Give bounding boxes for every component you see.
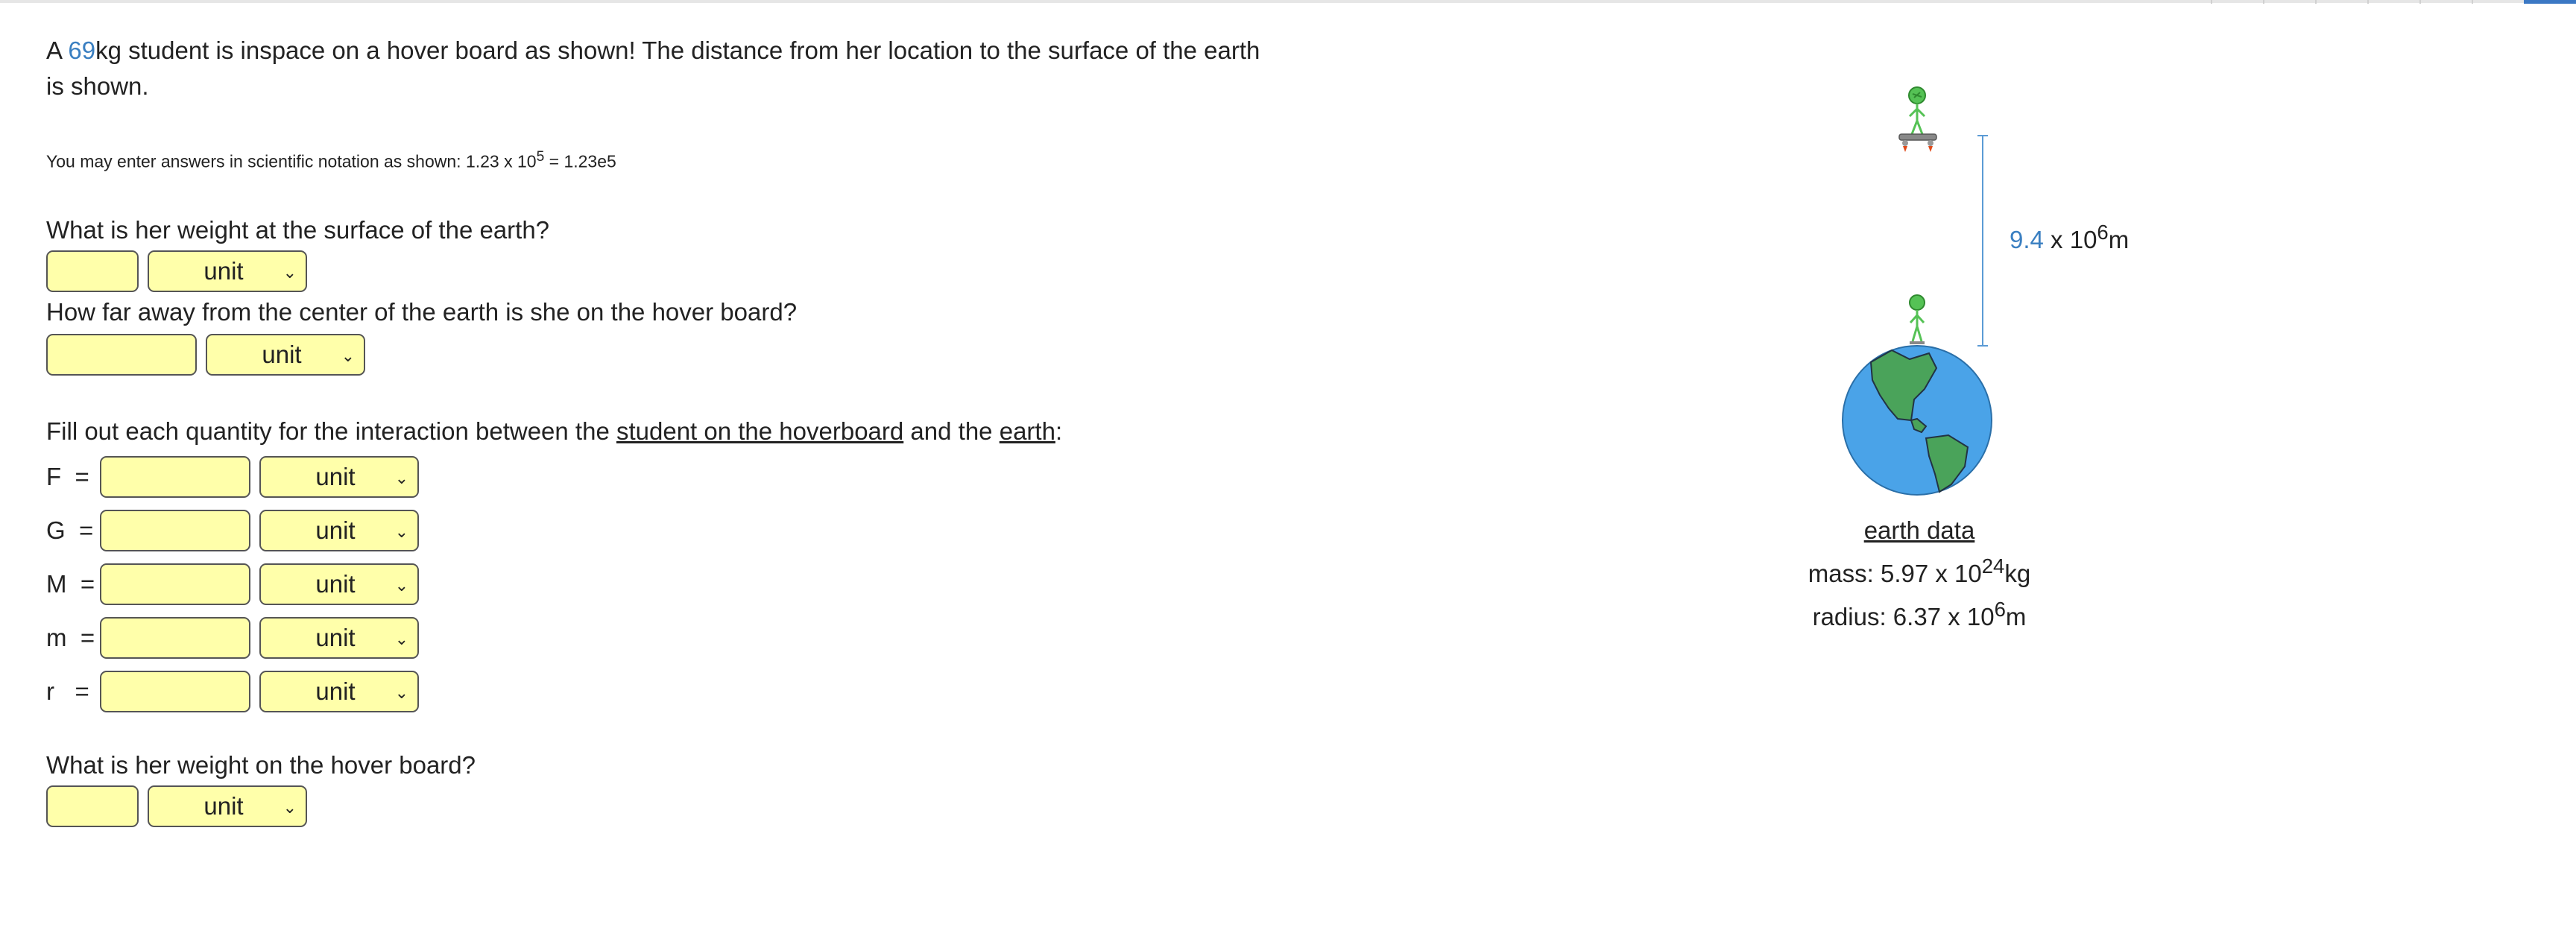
question-weight-hoverboard: What is her weight on the hover board?	[46, 751, 476, 779]
chevron-down-icon: ⌄	[394, 630, 408, 648]
question-interaction-quantities: Fill out each quantity for the interacti…	[46, 417, 1063, 445]
answer-row-distance-center: unit ⌄	[46, 334, 365, 376]
earth-data-panel: earth data mass: 5.97 x 1024kg radius: 6…	[1789, 513, 2050, 635]
student-on-hoverboard-figure	[1908, 86, 1926, 135]
quantity-row-G: G = unit ⌄	[46, 510, 419, 551]
top-progress-indicator	[2524, 0, 2576, 4]
quantity-row-r: r = unit ⌄	[46, 671, 419, 712]
quantity-F-input[interactable]	[100, 456, 250, 498]
chevron-down-icon: ⌄	[282, 798, 297, 817]
quantity-row-F: F = unit ⌄	[46, 456, 419, 498]
chevron-down-icon: ⌄	[282, 263, 297, 282]
distance-center-unit-select[interactable]: unit ⌄	[206, 334, 365, 376]
weight-surface-input[interactable]	[46, 250, 139, 292]
chevron-down-icon: ⌄	[394, 683, 408, 702]
quantity-r-unit-select[interactable]: unit ⌄	[259, 671, 419, 712]
earth-data-title: earth data	[1863, 516, 1975, 544]
student-hoverboard-link: student on the hoverboard	[616, 417, 904, 445]
quantity-F-unit-select[interactable]: unit ⌄	[259, 456, 419, 498]
quantity-M-unit-select[interactable]: unit ⌄	[259, 563, 419, 605]
student-mass-value: 69	[68, 37, 96, 64]
quantity-label-M: M =	[46, 570, 95, 598]
quantity-m-unit-select[interactable]: unit ⌄	[259, 617, 419, 659]
earth-link: earth	[999, 417, 1055, 445]
quantity-row-m: m = unit ⌄	[46, 617, 419, 659]
quantity-label-r: r =	[46, 677, 89, 705]
earth-icon	[1842, 345, 1992, 496]
earth-radius: radius: 6.37 x 106m	[1812, 598, 2027, 630]
weight-hoverboard-unit-select[interactable]: unit ⌄	[148, 785, 307, 827]
quantity-row-M: M = unit ⌄	[46, 563, 419, 605]
top-toolbar-strip	[2211, 0, 2524, 4]
chevron-down-icon: ⌄	[394, 522, 408, 541]
weight-hoverboard-input[interactable]	[46, 785, 139, 827]
distance-label: 9.4 x 106m	[2010, 221, 2130, 253]
quantity-label-F: F =	[46, 463, 89, 490]
quantity-G-unit-select[interactable]: unit ⌄	[259, 510, 419, 551]
question-distance-center: How far away from the center of the eart…	[46, 298, 798, 326]
top-border	[0, 0, 2576, 3]
scientific-notation-hint: You may enter answers in scientific nota…	[46, 149, 616, 171]
quantity-label-m: m =	[46, 624, 95, 651]
chevron-down-icon: ⌄	[394, 469, 408, 487]
quantity-G-input[interactable]	[100, 510, 250, 551]
distance-coefficient: 9.4	[2010, 226, 2044, 253]
answer-row-weight-surface: unit ⌄	[46, 250, 307, 292]
weight-surface-unit-select[interactable]: unit ⌄	[148, 250, 307, 292]
quantity-m-input[interactable]	[100, 617, 250, 659]
distance-center-input[interactable]	[46, 334, 197, 376]
student-on-earth-figure	[1909, 294, 1925, 344]
hoverboard-icon	[1898, 133, 1937, 152]
problem-statement: A 69kg student is inspace on a hover boa…	[46, 37, 1260, 100]
question-weight-surface: What is her weight at the surface of the…	[46, 216, 550, 244]
quantity-M-input[interactable]	[100, 563, 250, 605]
earth-mass: mass: 5.97 x 1024kg	[1808, 554, 2031, 587]
chevron-down-icon: ⌄	[394, 576, 408, 595]
quantity-label-G: G =	[46, 516, 94, 544]
answer-row-weight-hoverboard: unit ⌄	[46, 785, 307, 827]
distance-bracket	[1977, 135, 1988, 347]
hoverboard-diagram	[1842, 86, 1992, 496]
chevron-down-icon: ⌄	[341, 347, 355, 365]
quantity-r-input[interactable]	[100, 671, 250, 712]
